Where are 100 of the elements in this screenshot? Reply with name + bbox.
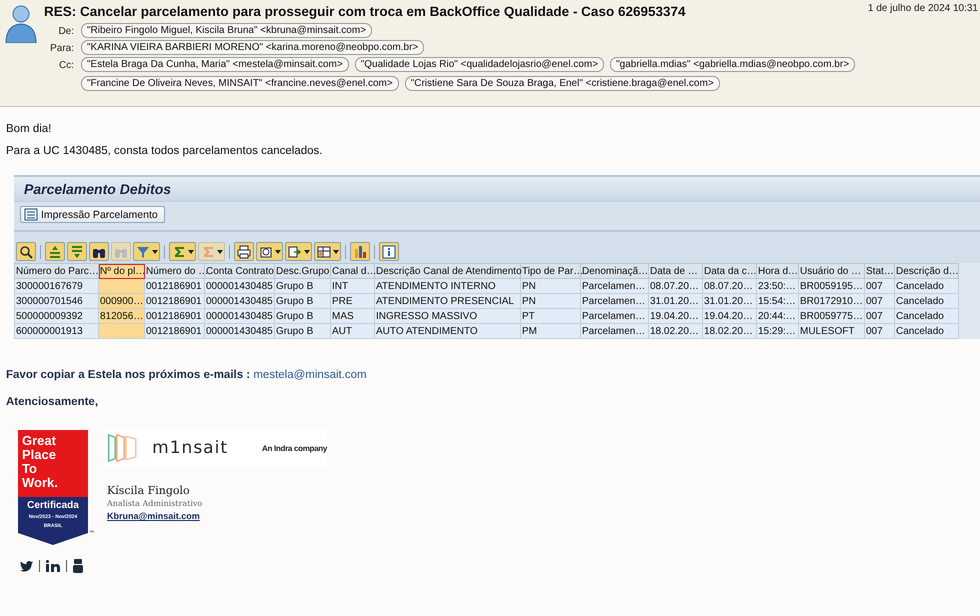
table-cell: 0012186901: [144, 278, 204, 294]
field-label: Para:: [49, 42, 74, 54]
toolbar-button[interactable]: [234, 242, 254, 261]
badge-text: Place: [22, 448, 57, 462]
note-text: Favor copiar a Estela nos próximos e-mails : mestela@minsait.com: [6, 369, 368, 381]
recipient-chip[interactable]: "Ribeiro Fingolo Miguel, Kiscila Bruna" <kbruna@minsait.com>: [81, 23, 372, 38]
body-text: Para a UC 1430485, consta todos parcelamentos cancelados.: [6, 145, 324, 157]
table-cell: Parcelamen…: [580, 294, 648, 308]
badge-text: To: [22, 462, 38, 476]
chart-icon: [352, 244, 368, 260]
print-installment-button[interactable]: Impressão Parcelamento: [20, 206, 165, 223]
table-cell: 15:29:…: [756, 324, 798, 338]
field-label: Cc:: [58, 59, 74, 71]
bird-icon[interactable]: [20, 560, 33, 572]
table-cell: Grupo B: [274, 294, 330, 308]
table-cell: PM: [520, 324, 580, 338]
toolbar-button[interactable]: [133, 242, 160, 261]
column-header[interactable]: Usuário do …: [798, 264, 864, 278]
recipient-chip[interactable]: "Francine De Oliveira Neves, MINSAIT" <francine.neves@enel.com>: [81, 76, 399, 91]
recipient-chip[interactable]: "Qualidade Lojas Rio" <qualidadelojasrio@enel.com>: [354, 57, 604, 72]
linkedin-icon[interactable]: [46, 560, 60, 572]
table-cell: 0012186901: [144, 324, 204, 338]
recipient-chip[interactable]: "Cristiene Sara De Souza Braga, Enel" <cristiene.braga@enel.com>: [404, 76, 720, 91]
table-cell: 007: [864, 308, 894, 324]
table-cell: 000001430485: [204, 324, 274, 338]
table-cell: 19.04.20…: [702, 308, 756, 324]
column-header[interactable]: Hora d…: [756, 264, 798, 278]
column-header[interactable]: Data da c…: [702, 264, 756, 278]
toolbar-button[interactable]: [89, 242, 109, 261]
toolbar-button[interactable]: [285, 242, 312, 261]
toolbar-button[interactable]: [256, 242, 283, 261]
table-cell: 600000001913: [14, 324, 98, 338]
badge-text: Work.: [22, 476, 59, 490]
document-icon: [24, 208, 38, 221]
table-cell: 300000167679: [14, 278, 98, 294]
caret-icon: [333, 248, 339, 254]
recipient-chip[interactable]: "Estela Braga Da Cunha, Maria" <mestela@minsait.com>: [81, 57, 349, 72]
column-header[interactable]: Stat…: [864, 264, 894, 278]
column-header[interactable]: Data de …: [648, 264, 702, 278]
table-cell: PN: [520, 294, 580, 308]
logo-tagline: An Indra company: [262, 444, 327, 452]
table-cell: 18.02.20…: [702, 324, 756, 338]
toolbar-button[interactable]: [169, 242, 196, 261]
details-icon: [18, 244, 34, 260]
table-cell: Grupo B: [274, 324, 330, 338]
table-cell: AUT: [330, 324, 374, 338]
recipient-chip[interactable]: "KARINA VIEIRA BARBIERI MORENO" <karina.moreno@neobpo.com.br>: [81, 40, 424, 55]
field-label: De:: [57, 25, 74, 37]
recipient-chip[interactable]: "gabriella.mdias" <gabriella.mdias@neobpo.com.br>: [610, 57, 856, 72]
table-cell: Parcelamen…: [580, 278, 648, 294]
table-cell: 812056…: [98, 308, 144, 324]
column-header[interactable]: Canal d…: [330, 264, 374, 278]
column-header[interactable]: Nº do pl…: [98, 264, 144, 278]
table-cell: 007: [864, 294, 894, 308]
table-cell: 500000009392: [14, 308, 98, 324]
column-header[interactable]: Descrição d…: [894, 264, 958, 278]
table-cell: ATENDIMENTO INTERNO: [374, 278, 520, 294]
table-cell: MAS: [330, 308, 374, 324]
closing-text: Atenciosamente,: [6, 396, 100, 408]
table-cell: PN: [520, 278, 580, 294]
toolbar-button[interactable]: [198, 242, 225, 261]
table-cell: Cancelado: [894, 324, 958, 338]
caret-icon: [304, 248, 310, 254]
table-cell: BR0172910…: [798, 294, 864, 308]
table-cell: PT: [520, 308, 580, 324]
toolbar-button[interactable]: [314, 242, 341, 261]
table-cell: BR0059775…: [798, 308, 864, 324]
signature-name: Kíscila Fingolo: [107, 484, 191, 497]
table-cell: 15:54:…: [756, 294, 798, 308]
column-header[interactable]: Descrição Canal de Atendimento: [374, 264, 520, 278]
table-cell: 08.07.20…: [702, 278, 756, 294]
column-header[interactable]: Conta Contrato: [204, 264, 274, 278]
caret-icon: [152, 248, 158, 254]
badge-label: Certificada: [27, 500, 79, 511]
table-cell: 20:44:…: [756, 308, 798, 324]
table-cell: INGRESSO MASSIVO: [374, 308, 520, 324]
table-cell: MULESOFT: [798, 324, 864, 338]
signature-email-link[interactable]: Kbruna@minsait.com: [107, 511, 200, 521]
column-header[interactable]: Desc.Grupo: [274, 264, 330, 278]
caret-icon: [188, 248, 194, 254]
table-cell: 31.01.20…: [702, 294, 756, 308]
table-cell: Parcelamen…: [580, 324, 648, 338]
column-header[interactable]: Denominaçã…: [580, 264, 648, 278]
email-subject: RES: Cancelar parcelamento para prosseguir com troca em BackOffice Qualidade - Caso 626953374: [44, 4, 686, 19]
column-header[interactable]: Número do Parc…: [14, 264, 98, 278]
export-icon: [287, 244, 303, 260]
table-cell: 08.07.20…: [648, 278, 702, 294]
table-cell: 000900…: [98, 294, 144, 308]
table-cell: AUTO ATENDIMENTO: [374, 324, 520, 338]
table-cell: Cancelado: [894, 278, 958, 294]
toolbar-button[interactable]: [16, 242, 36, 261]
table-cell: BR0059195…: [798, 278, 864, 294]
table-cell: 300000701546: [14, 294, 98, 308]
column-header[interactable]: Tipo de Par…: [520, 264, 580, 278]
email-link[interactable]: mestela@minsait.com: [253, 369, 367, 381]
column-header[interactable]: Número do …: [144, 264, 204, 278]
table-cell: Parcelamen…: [580, 308, 648, 324]
toolbar-button[interactable]: [379, 242, 399, 261]
table-cell: Cancelado: [894, 308, 958, 324]
sort-descending-icon: [69, 244, 85, 260]
